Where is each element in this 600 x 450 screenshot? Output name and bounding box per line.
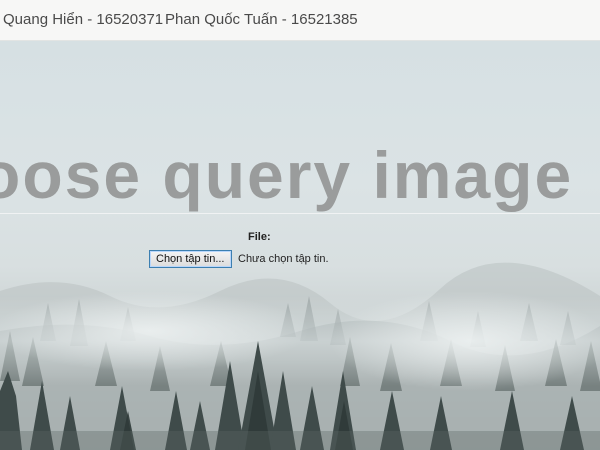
header-bar: Quang Hiển - 16520371 Phan Quốc Tuấn - 1… [0, 0, 600, 41]
title-divider [0, 213, 600, 214]
author-1: Quang Hiển - 16520371 [3, 11, 164, 28]
forest-illustration [0, 262, 600, 450]
page-title: oose query image [0, 138, 574, 212]
choose-file-button[interactable]: Chọn tập tin... [149, 250, 232, 268]
page: Quang Hiển - 16520371 Phan Quốc Tuấn - 1… [0, 0, 600, 450]
foggy-forest-background [0, 41, 600, 450]
author-2: Phan Quốc Tuấn - 16521385 [165, 11, 358, 28]
file-status: Chưa chọn tập tin. [238, 253, 329, 265]
file-label: File: [248, 231, 271, 243]
